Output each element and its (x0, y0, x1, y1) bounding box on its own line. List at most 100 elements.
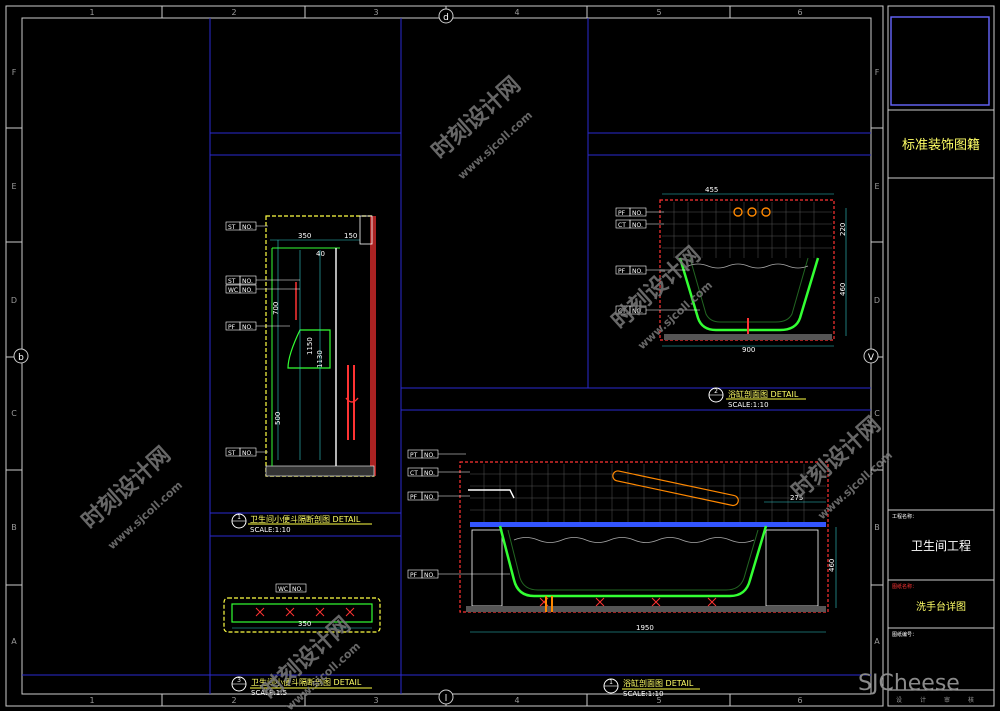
dim-label: 455 (705, 186, 718, 194)
detail-scale: SCALE:1:10 (250, 526, 291, 534)
tag-text: ST (228, 450, 236, 457)
tag-text: CT (410, 470, 418, 477)
axis-marker-bottom: l (445, 694, 448, 704)
row-label: B (11, 523, 17, 532)
watermark: 时刻设计网 (607, 242, 706, 335)
signoff-cell: 审 (944, 696, 950, 704)
tag-group: ST NO. ST NO. WC NO. PF NO. ST NO. (225, 221, 257, 457)
row-label: A (11, 637, 17, 646)
dim-label: 40 (316, 250, 325, 258)
dim-label: 350 (298, 620, 311, 628)
outer-frame (5, 5, 884, 707)
detail-title: 浴缸剖面图 DETAIL (728, 389, 799, 399)
tag-text: PF (410, 494, 418, 501)
row-label: B (874, 523, 880, 532)
tag-text: NO. (632, 210, 643, 217)
grid-ticks (6, 6, 883, 706)
tag-text: PF (410, 572, 418, 579)
dim-label: 460 (828, 559, 836, 572)
tag-text: NO. (424, 470, 435, 477)
tag-text: NO. (424, 572, 435, 579)
tag-text: PT (410, 452, 418, 459)
row-label: A (874, 637, 880, 646)
row-label: C (874, 409, 880, 418)
dim-label: 500 (274, 412, 282, 425)
tag-text: NO. (242, 450, 253, 457)
col-label: 2 (231, 8, 236, 17)
col-label: 1 (89, 696, 94, 705)
drawing-label: 图纸名称： (892, 583, 917, 590)
dim-label: 700 (272, 302, 280, 315)
project-name: 卫生间工程 (911, 538, 971, 553)
col-label: 2 (231, 696, 236, 705)
axis-marker-top: d (443, 13, 449, 23)
dim-label: 350 (298, 232, 311, 240)
dim-label: 1150 (306, 337, 314, 355)
tag-text: PF (618, 210, 626, 217)
dim-label: 150 (344, 232, 357, 240)
col-label: 6 (797, 8, 802, 17)
detail-number: 3 (237, 677, 241, 684)
col-label: 1 (89, 8, 94, 17)
tag-text: ST (228, 278, 236, 285)
project-label: 工程名称： (892, 513, 917, 520)
tag-text: NO. (242, 224, 253, 231)
tag-text: PF (228, 324, 236, 331)
dim-label: 1130 (316, 350, 324, 368)
tag-text: NO. (242, 287, 253, 294)
drawing-no-label: 图纸编号： (892, 631, 917, 638)
row-label: F (875, 68, 880, 77)
cad-drawing-canvas: 1 2 3 4 5 6 1 2 3 4 5 6 F E D C B A F E … (5, 5, 995, 711)
col-label: 3 (373, 696, 378, 705)
drawing-name: 洗手台详图 (916, 600, 966, 613)
tag-text: PF (618, 268, 626, 275)
row-label: F (12, 68, 17, 77)
axis-markers (13, 8, 879, 705)
tag-text: NO. (424, 494, 435, 501)
tag-text: WC (278, 586, 288, 593)
tag-text: ST (228, 224, 236, 231)
watermark: 时刻设计网 (427, 72, 526, 165)
leader-lines (438, 453, 510, 575)
tag-text: NO. (424, 452, 435, 459)
signoff-cell: 核 (968, 696, 974, 704)
col-label: 4 (514, 696, 519, 705)
col-label: 5 (656, 8, 661, 17)
row-label: C (11, 409, 17, 418)
signoff-cell: 设 (896, 696, 902, 704)
tag-text: NO. (242, 278, 253, 285)
brand-watermark: SJCheese (858, 671, 960, 696)
dim-label: 1950 (636, 624, 654, 632)
col-label: 6 (797, 696, 802, 705)
title-block (887, 5, 995, 707)
company-name: 标准装饰图籍 (902, 137, 980, 153)
detail-scale: SCALE:1:10 (623, 690, 664, 698)
detail-title: 卫生间小便斗隔断剖图 DETAIL (250, 514, 361, 524)
row-label: D (11, 296, 17, 305)
tag-text: WC (228, 287, 238, 294)
detail-title: 浴缸剖面图 DETAIL (623, 678, 694, 688)
axis-marker-right: V (868, 353, 875, 363)
dim-label: 900 (742, 346, 755, 354)
tag-text: NO. (292, 586, 303, 593)
col-label: 3 (373, 8, 378, 17)
watermark: 时刻设计网 (77, 442, 176, 535)
tag-group: PT NO. CT NO. PF NO. PF NO. (407, 449, 439, 579)
detail-scale: SCALE:1:10 (728, 401, 769, 409)
detail-bathtub-section-large (459, 461, 837, 633)
axis-marker-left: b (18, 353, 24, 363)
dim-label: 460 (839, 283, 847, 296)
detail-number: 1 (237, 514, 241, 521)
tag-group: WC NO. (275, 583, 307, 593)
col-label: 4 (514, 8, 519, 17)
row-label: E (11, 182, 16, 191)
signoff-cell: 计 (920, 696, 926, 704)
tag-text: NO. (632, 222, 643, 229)
row-label: E (874, 182, 879, 191)
detail-number: 1 (609, 679, 613, 686)
detail-number: 2 (714, 388, 718, 395)
grid-labels: 1 2 3 4 5 6 1 2 3 4 5 6 F E D C B A F E … (11, 8, 880, 705)
tag-text: CT (618, 222, 626, 229)
tag-text: NO. (632, 268, 643, 275)
tag-text: NO. (242, 324, 253, 331)
